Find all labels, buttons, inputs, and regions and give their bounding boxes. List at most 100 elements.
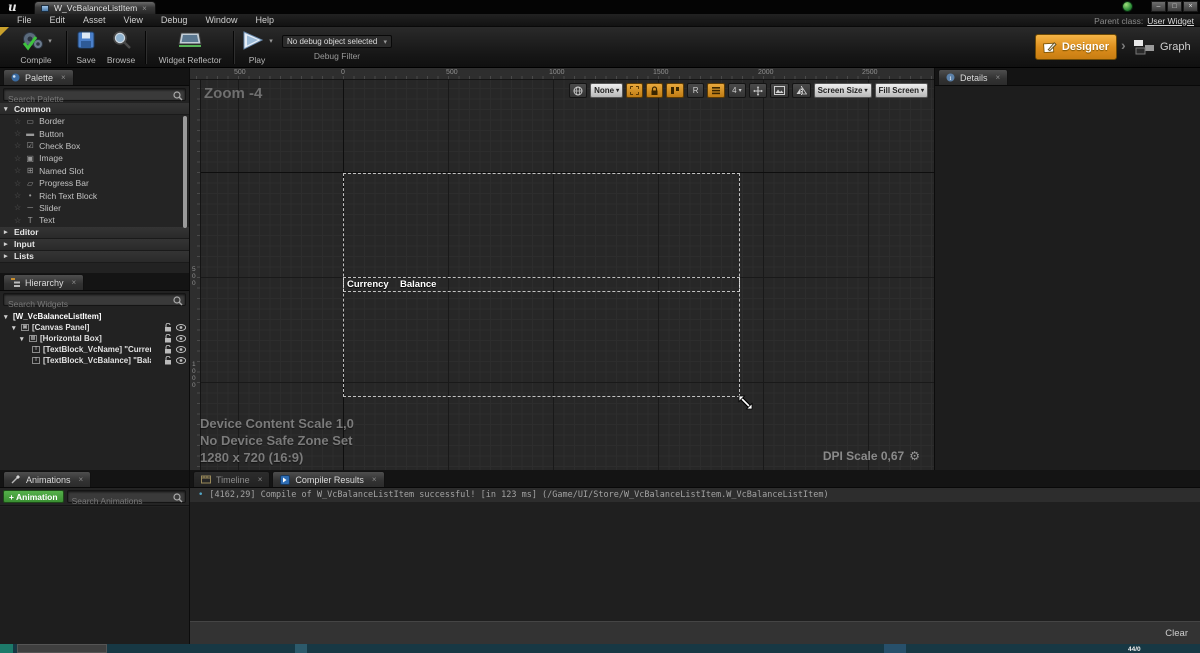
favorite-star-icon[interactable]: ☆ xyxy=(14,191,21,200)
add-animation-button[interactable]: + Animation xyxy=(3,490,64,503)
unlocked-icon[interactable] xyxy=(164,334,172,343)
taskbar-pinned-icon[interactable] xyxy=(295,644,307,653)
palette-category-common[interactable]: ▾ Common xyxy=(0,103,189,115)
compiler-results-tab[interactable]: Compiler Results × xyxy=(272,471,384,487)
canvas-textblock-balance[interactable]: Balance xyxy=(400,279,436,290)
palette-item-button[interactable]: ☆▬Button xyxy=(0,127,189,139)
animations-list-body[interactable] xyxy=(0,507,189,644)
visibility-eye-icon[interactable] xyxy=(176,357,186,364)
animations-tab-close-icon[interactable]: × xyxy=(79,475,84,484)
favorite-star-icon[interactable]: ☆ xyxy=(14,117,21,126)
menu-view[interactable]: View xyxy=(115,15,152,25)
designer-mode-button[interactable]: Designer xyxy=(1035,34,1117,60)
tree-node-textblock-vcname[interactable]: T [TextBlock_VcName] "Currency" xyxy=(0,344,189,355)
unlocked-icon[interactable] xyxy=(164,356,172,365)
palette-category-input[interactable]: ▸Input xyxy=(0,239,189,251)
clear-log-button[interactable]: Clear xyxy=(1165,628,1188,639)
tree-node-canvas-panel[interactable]: ▾ ▣ [Canvas Panel] xyxy=(0,322,189,333)
document-tab[interactable]: W_VcBalanceListItem × xyxy=(34,1,156,14)
gear-icon[interactable]: ⚙ xyxy=(909,449,920,463)
animations-tab[interactable]: Animations × xyxy=(3,471,91,487)
fill-screen-dropdown[interactable]: Fill Screen ▾ xyxy=(875,83,928,98)
palette-tab[interactable]: Palette × xyxy=(3,69,74,85)
compiler-results-body[interactable]: • [4162,29] Compile of W_VcBalanceListIt… xyxy=(190,488,1200,621)
designer-viewport[interactable]: Currency Balance 500 0 500 1000 1500 200… xyxy=(190,68,935,470)
save-button[interactable]: Save xyxy=(72,30,100,65)
hierarchy-tab[interactable]: Hierarchy × xyxy=(3,274,84,290)
palette-item-rich-text-block[interactable]: ☆•Rich Text Block xyxy=(0,189,189,201)
unlocked-icon[interactable] xyxy=(164,323,172,332)
animations-search-input[interactable] xyxy=(68,496,185,507)
tree-node-horizontal-box[interactable]: ▾ ▥ [Horizontal Box] xyxy=(0,333,189,344)
favorite-star-icon[interactable]: ☆ xyxy=(14,166,21,175)
palette-category-editor[interactable]: ▸Editor xyxy=(0,227,189,239)
flow-direction-dropdown[interactable]: None ▾ xyxy=(590,83,623,98)
minimize-button[interactable]: – xyxy=(1151,1,1166,12)
taskbar-app-button[interactable] xyxy=(17,644,107,653)
palette-item-progress-bar[interactable]: ☆▱Progress Bar xyxy=(0,177,189,189)
menu-window[interactable]: Window xyxy=(196,15,246,25)
palette-category-lists[interactable]: ▸Lists xyxy=(0,251,189,263)
taskbar-tray-segment[interactable] xyxy=(884,644,906,653)
favorite-star-icon[interactable]: ☆ xyxy=(14,141,21,150)
document-tab-close-icon[interactable]: × xyxy=(142,4,147,13)
taskbar-start-button[interactable] xyxy=(0,644,13,653)
compiler-log-row[interactable]: • [4162,29] Compile of W_VcBalanceListIt… xyxy=(190,488,1200,502)
favorite-star-icon[interactable]: ☆ xyxy=(14,129,21,138)
compiler-results-tab-close-icon[interactable]: × xyxy=(372,475,377,484)
play-options-caret-icon[interactable]: ▾ xyxy=(269,37,273,45)
graph-mode-button[interactable]: Graph xyxy=(1133,36,1191,58)
localization-preview-button[interactable] xyxy=(569,83,587,98)
palette-tab-close-icon[interactable]: × xyxy=(61,73,66,82)
palette-item-check-box[interactable]: ☆☑Check Box xyxy=(0,140,189,152)
debug-filter-dropdown[interactable]: No debug object selected ▾ xyxy=(282,35,392,48)
tree-node-textblock-vcbalance[interactable]: T [TextBlock_VcBalance] "Balance" xyxy=(0,355,189,366)
palette-search-input[interactable] xyxy=(4,94,185,105)
source-control-status-icon[interactable] xyxy=(1122,1,1133,12)
palette-scrollbar[interactable] xyxy=(183,116,187,228)
favorite-star-icon[interactable]: ☆ xyxy=(14,203,21,212)
compile-options-caret-icon[interactable]: ▾ xyxy=(48,37,52,45)
timeline-tab-close-icon[interactable]: × xyxy=(258,475,263,484)
tree-node-root[interactable]: ▾ [W_VcBalanceListItem] xyxy=(0,311,189,322)
timeline-tab[interactable]: Timeline × xyxy=(193,471,270,487)
palette-item-named-slot[interactable]: ☆⊞Named Slot xyxy=(0,165,189,177)
palette-item-text[interactable]: ☆TText xyxy=(0,214,189,226)
visibility-eye-icon[interactable] xyxy=(176,335,186,342)
expand-arrow-icon[interactable]: ▾ xyxy=(4,313,10,321)
browse-button[interactable]: Browse xyxy=(102,30,140,65)
compile-button[interactable]: ▾ Compile xyxy=(8,30,64,65)
maximize-button[interactable]: □ xyxy=(1167,1,1182,12)
parent-class-link[interactable]: User Widget xyxy=(1147,16,1194,26)
toggle-outlines-button[interactable] xyxy=(626,83,643,98)
hierarchy-search-input[interactable] xyxy=(4,299,185,310)
transform-mode-button[interactable] xyxy=(749,83,767,98)
close-button[interactable]: × xyxy=(1183,1,1198,12)
details-tab[interactable]: i Details × xyxy=(938,69,1008,85)
menu-file[interactable]: File xyxy=(8,15,41,25)
visibility-eye-icon[interactable] xyxy=(176,324,186,331)
preview-background-button[interactable] xyxy=(770,83,789,98)
canvas-textblock-currency[interactable]: Currency xyxy=(347,279,389,290)
menu-edit[interactable]: Edit xyxy=(41,15,75,25)
favorite-star-icon[interactable]: ☆ xyxy=(14,154,21,163)
grid-size-dropdown[interactable]: 4 ▾ xyxy=(728,83,745,98)
respect-locks-button[interactable]: R xyxy=(687,83,704,98)
play-button[interactable]: ▾ Play xyxy=(240,30,274,65)
expand-arrow-icon[interactable]: ▾ xyxy=(12,324,18,332)
details-tab-close-icon[interactable]: × xyxy=(996,73,1001,82)
visibility-eye-icon[interactable] xyxy=(176,346,186,353)
palette-item-image[interactable]: ☆▣Image xyxy=(0,152,189,164)
palette-item-border[interactable]: ☆▭Border xyxy=(0,115,189,127)
unlocked-icon[interactable] xyxy=(164,345,172,354)
palette-item-slider[interactable]: ☆─Slider xyxy=(0,202,189,214)
lock-widgets-button[interactable] xyxy=(646,83,663,98)
widget-reflector-button[interactable]: Widget Reflector xyxy=(152,30,228,65)
screen-size-dropdown[interactable]: Screen Size ▾ xyxy=(814,83,872,98)
expand-arrow-icon[interactable]: ▾ xyxy=(20,335,26,343)
grid-snapping-button[interactable] xyxy=(707,83,725,98)
menu-help[interactable]: Help xyxy=(246,15,283,25)
mirror-preview-button[interactable] xyxy=(792,83,811,98)
hierarchy-tab-close-icon[interactable]: × xyxy=(72,278,77,287)
snap-columns-button[interactable] xyxy=(666,83,684,98)
